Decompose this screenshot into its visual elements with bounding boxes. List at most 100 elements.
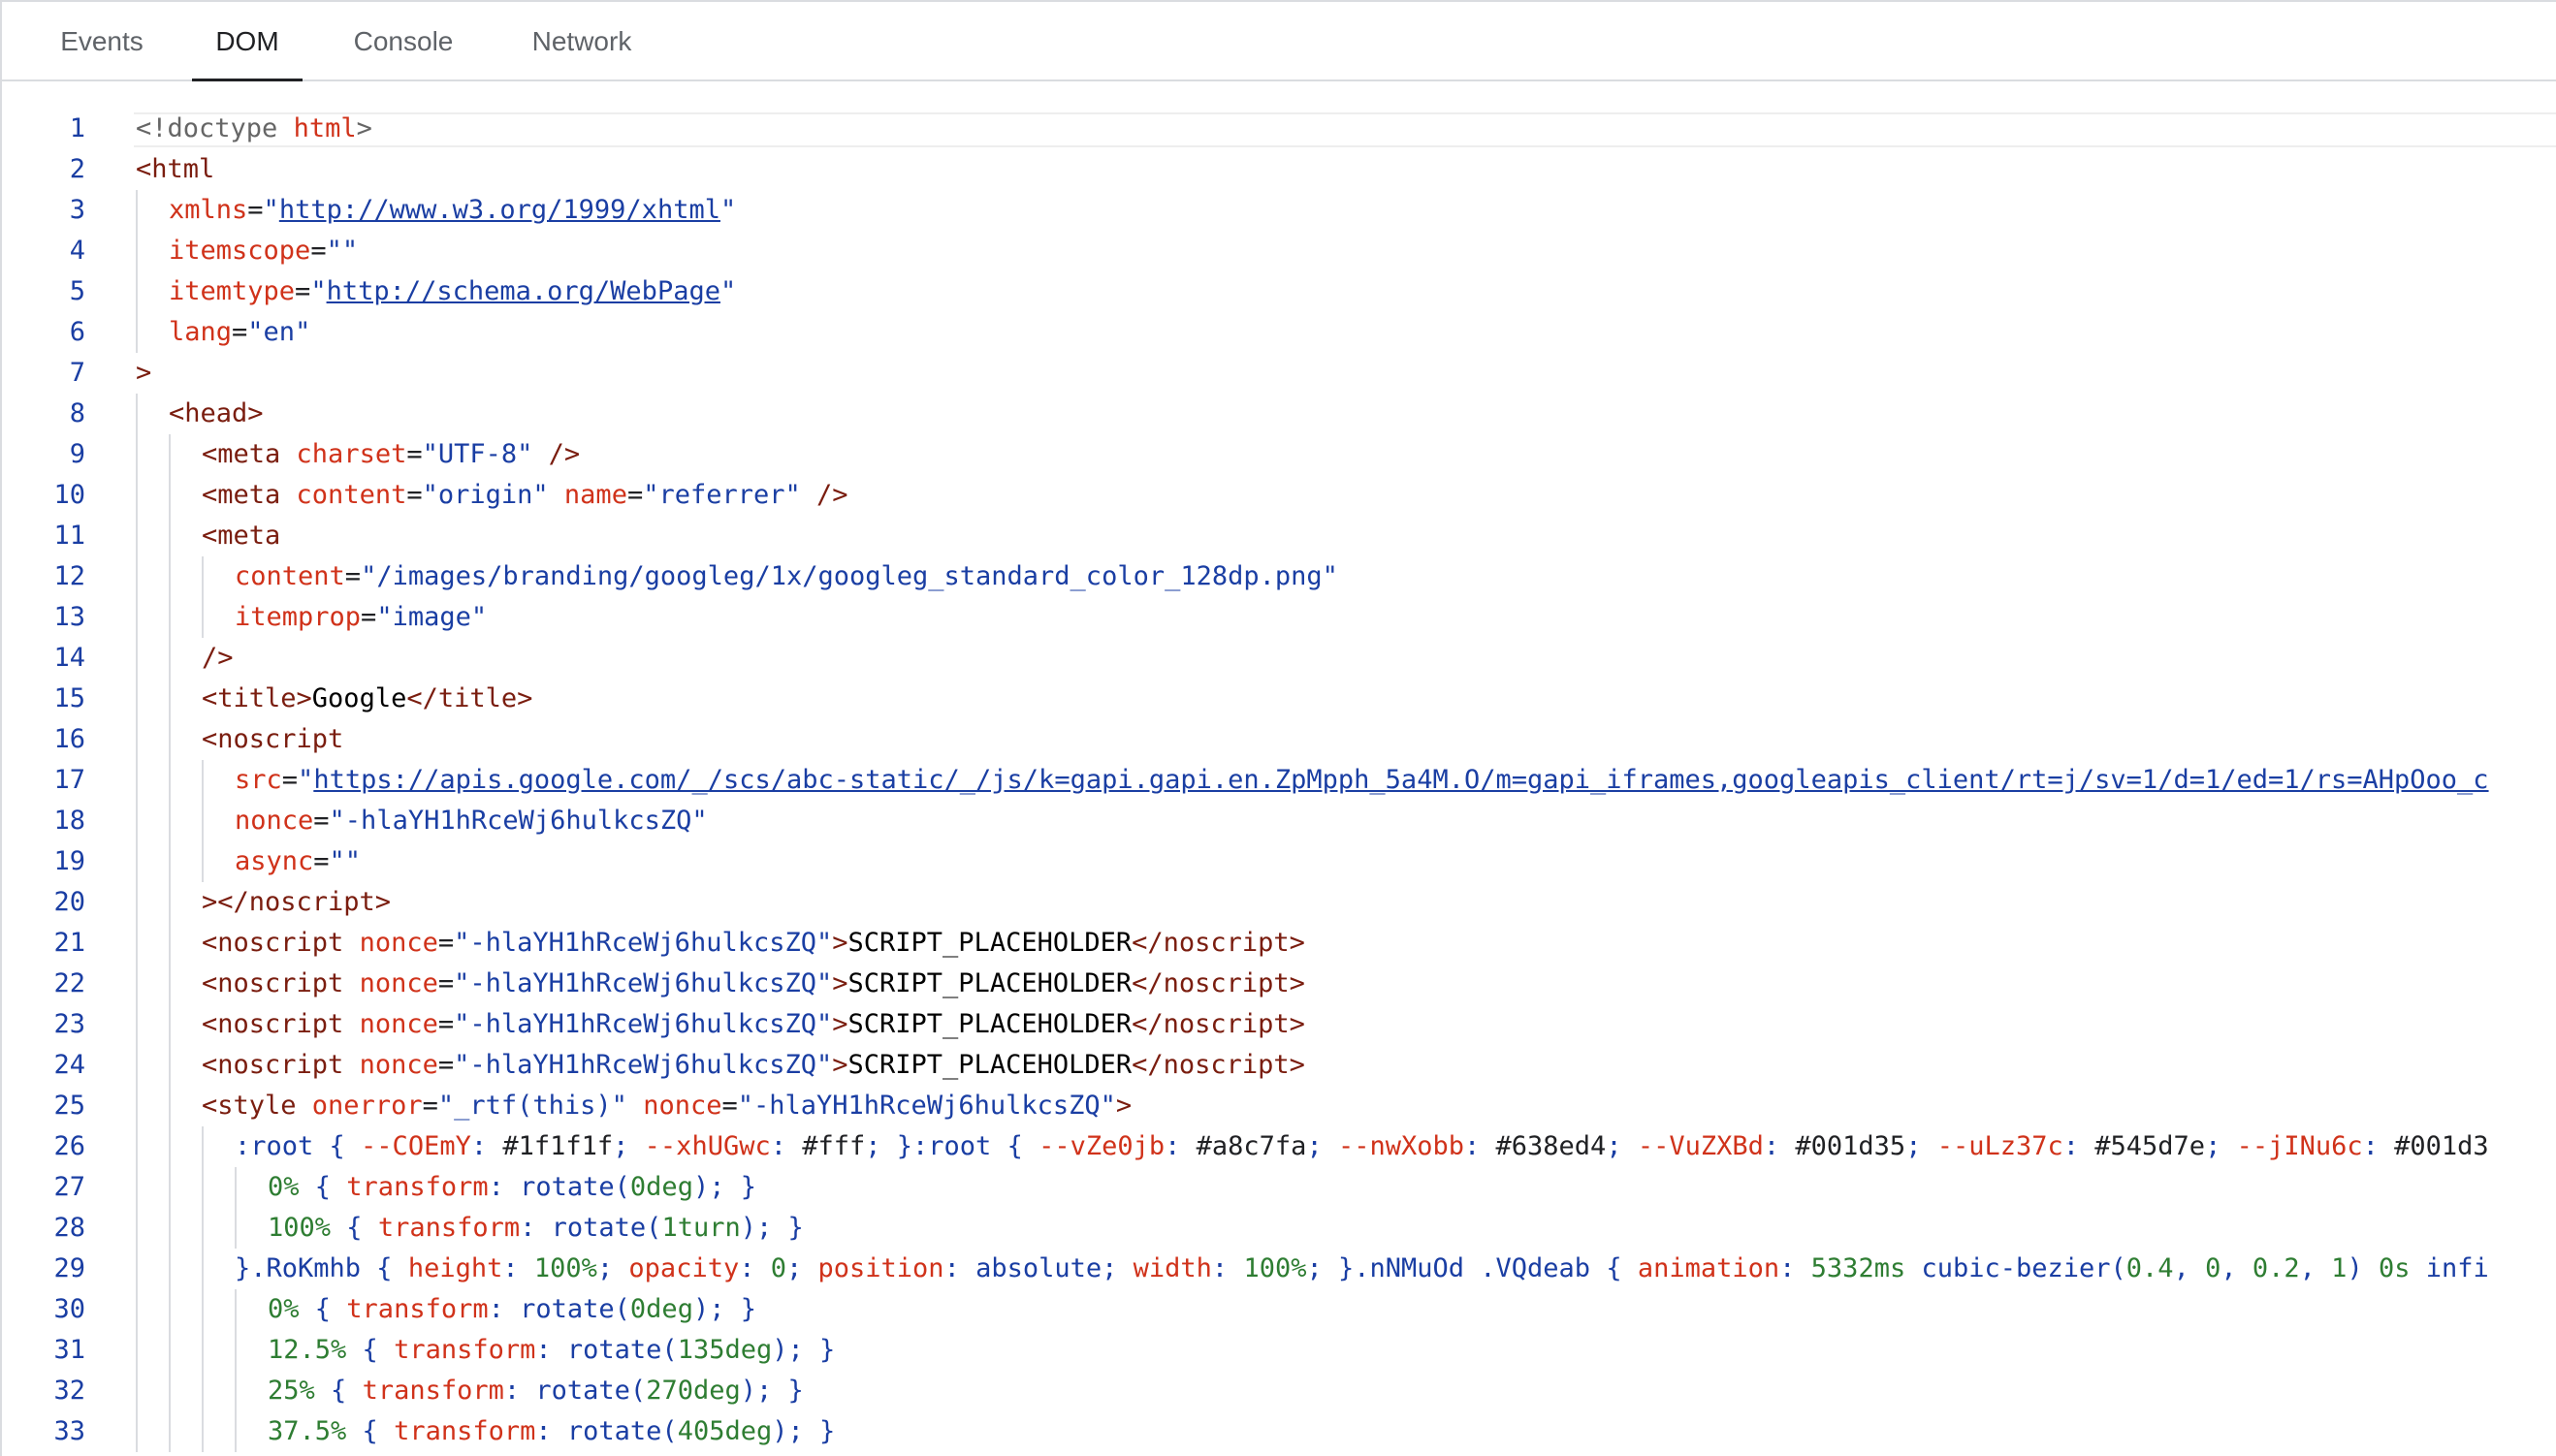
code-line[interactable]: 20 ></noscript> <box>2 882 2556 923</box>
code-line[interactable]: 30 0% { transform: rotate(0deg); } <box>2 1289 2556 1330</box>
code-token: > <box>832 1009 848 1039</box>
code-token: { <box>346 1335 395 1365</box>
indent-guide <box>136 271 138 312</box>
code-token: rotate( <box>520 1172 630 1202</box>
code-line[interactable]: 25 <style onerror="_rtf(this)" nonce="-hl… <box>2 1086 2556 1126</box>
code-line[interactable]: 14 /> <box>2 638 2556 679</box>
code-line[interactable]: 13 itemprop="image" <box>2 597 2556 638</box>
line-number: 29 <box>53 1253 85 1283</box>
code-line[interactable]: 1 <!doctype html> <box>2 109 2556 149</box>
code-token: 12.5% <box>268 1335 347 1365</box>
code-token: cubic-bezier( <box>1905 1253 2126 1283</box>
code-token: /> <box>532 439 581 469</box>
code-token: height <box>407 1253 503 1283</box>
tab-network[interactable]: Network <box>522 2 642 79</box>
code-line[interactable]: 8 <head> <box>2 394 2556 434</box>
code-token: <meta <box>202 480 297 510</box>
code-line[interactable]: 6 lang="en" <box>2 312 2556 353</box>
code-token: ) <box>740 1376 756 1406</box>
code-line[interactable]: 21 <noscript nonce="-hlaYH1hRceWj6hulkcsZ… <box>2 923 2556 964</box>
code-token: ; } <box>709 1294 756 1324</box>
code-token: SCRIPT_PLACEHOLDER <box>847 1009 1133 1039</box>
code-line[interactable]: 16 <noscript <box>2 719 2556 760</box>
code-line[interactable]: 12 content="/images/branding/googleg/1x/g… <box>2 556 2556 597</box>
code-line[interactable]: 4 itemscope="" <box>2 231 2556 271</box>
code-token: 0% <box>268 1172 300 1202</box>
code-text: src="https://apis.google.com/_/scs/abc-s… <box>235 760 2489 801</box>
code-line[interactable]: 10 <meta content="origin" name="referrer"… <box>2 475 2556 516</box>
code-token: Google <box>311 683 407 713</box>
code-token: : <box>2062 1131 2095 1161</box>
code-token: nonce <box>359 928 438 958</box>
code-line[interactable]: 26:root { --COEmY: #1f1f1f; --xhUGwc: #f… <box>2 1126 2556 1167</box>
url-link[interactable]: http://www.w3.org/1999/xhtml <box>279 195 720 225</box>
indent-guide <box>202 801 204 841</box>
indent-guide <box>202 1208 204 1249</box>
code-line[interactable]: 18 nonce="-hlaYH1hRceWj6hulkcsZQ" <box>2 801 2556 841</box>
line-number: 7 <box>69 358 85 388</box>
code-line[interactable]: 17 src="https://apis.google.com/_/scs/abc… <box>2 760 2556 801</box>
code-token: 25% <box>268 1376 315 1406</box>
code-token: : <box>503 1376 536 1406</box>
code-token: name <box>563 480 627 510</box>
code-line[interactable]: 7 > <box>2 353 2556 394</box>
line-number: 30 <box>53 1294 85 1324</box>
code-line[interactable]: 33 37.5% { transform: rotate(405deg); } <box>2 1411 2556 1452</box>
code-text: :root { --COEmY: #1f1f1f; --xhUGwc: #fff… <box>235 1126 2489 1167</box>
code-token: nonce <box>643 1091 722 1121</box>
code-line[interactable]: 9 <meta charset="UTF-8" /> <box>2 434 2556 475</box>
code-token: #001d3 <box>2394 1131 2489 1161</box>
code-line[interactable]: 22 <noscript nonce="-hlaYH1hRceWj6hulkcsZ… <box>2 964 2556 1004</box>
tab-events[interactable]: Events <box>56 2 147 79</box>
code-token: html <box>293 113 357 143</box>
indent-guide <box>169 964 171 1004</box>
code-line[interactable]: 15 <title>Google</title> <box>2 679 2556 719</box>
code-line[interactable]: 23 <noscript nonce="-hlaYH1hRceWj6hulkcsZ… <box>2 1004 2556 1045</box>
code-token: : <box>520 1213 552 1243</box>
code-text: <noscript nonce="-hlaYH1hRceWj6hulkcsZQ"… <box>202 964 1305 1004</box>
code-text: <title>Google</title> <box>202 679 532 719</box>
indent-guide <box>202 1371 204 1411</box>
code-line[interactable]: 5 itemtype="http://schema.org/WebPage" <box>2 271 2556 312</box>
indent-guide <box>169 923 171 964</box>
code-line[interactable]: 28 100% { transform: rotate(1turn); } <box>2 1208 2556 1249</box>
dom-source-view[interactable]: 1 <!doctype html> 2 <html 3 xmlns="http://www… <box>2 109 2556 1456</box>
indent-guide <box>136 801 138 841</box>
code-line[interactable]: 19 async="" <box>2 841 2556 882</box>
line-number: 12 <box>53 561 85 591</box>
code-line[interactable]: 29}.RoKmhb { height: 100%; opacity: 0; p… <box>2 1249 2556 1289</box>
code-token: lang <box>169 317 233 347</box>
code-token: "-hlaYH1hRceWj6hulkcsZQ" <box>454 928 833 958</box>
code-token: --VuZXBd <box>1637 1131 1764 1161</box>
code-token: "-hlaYH1hRceWj6hulkcsZQ" <box>737 1091 1116 1121</box>
code-line[interactable]: 32 25% { transform: rotate(270deg); } <box>2 1371 2556 1411</box>
code-token: ; } <box>787 1416 836 1446</box>
code-token: = <box>406 439 423 469</box>
code-token: position <box>817 1253 944 1283</box>
code-token: : <box>488 1294 521 1324</box>
line-number: 25 <box>53 1091 85 1121</box>
code-token: "-hlaYH1hRceWj6hulkcsZQ" <box>454 968 833 998</box>
code-line[interactable]: 24 <noscript nonce="-hlaYH1hRceWj6hulkcsZ… <box>2 1045 2556 1086</box>
code-line[interactable]: 31 12.5% { transform: rotate(135deg); } <box>2 1330 2556 1371</box>
indent-guide <box>136 638 138 679</box>
url-link[interactable]: http://schema.org/WebPage <box>327 276 720 306</box>
code-line[interactable]: 11 <meta <box>2 516 2556 556</box>
code-line[interactable]: 2 <html <box>2 149 2556 190</box>
code-token: "UTF-8" <box>422 439 533 469</box>
code-token: #545d7e <box>2094 1131 2206 1161</box>
tab-dom[interactable]: DOM <box>192 2 303 81</box>
line-number: 23 <box>53 1009 85 1039</box>
url-link[interactable]: https://apis.google.com/_/scs/abc-static… <box>313 765 2488 795</box>
code-token: rotate( <box>520 1294 630 1324</box>
code-line[interactable]: 27 0% { transform: rotate(0deg); } <box>2 1167 2556 1208</box>
code-token: ; <box>613 1131 645 1161</box>
code-token: --vZe0jb <box>1038 1131 1166 1161</box>
indent-guide <box>202 1330 204 1371</box>
code-line[interactable]: 3 xmlns="http://www.w3.org/1999/xhtml" <box>2 190 2556 231</box>
code-token: <!doctype <box>136 113 294 143</box>
indent-guide <box>136 394 138 434</box>
code-token: 405deg <box>677 1416 773 1446</box>
indent-guide <box>169 1167 171 1208</box>
tab-console[interactable]: Console <box>348 2 459 79</box>
